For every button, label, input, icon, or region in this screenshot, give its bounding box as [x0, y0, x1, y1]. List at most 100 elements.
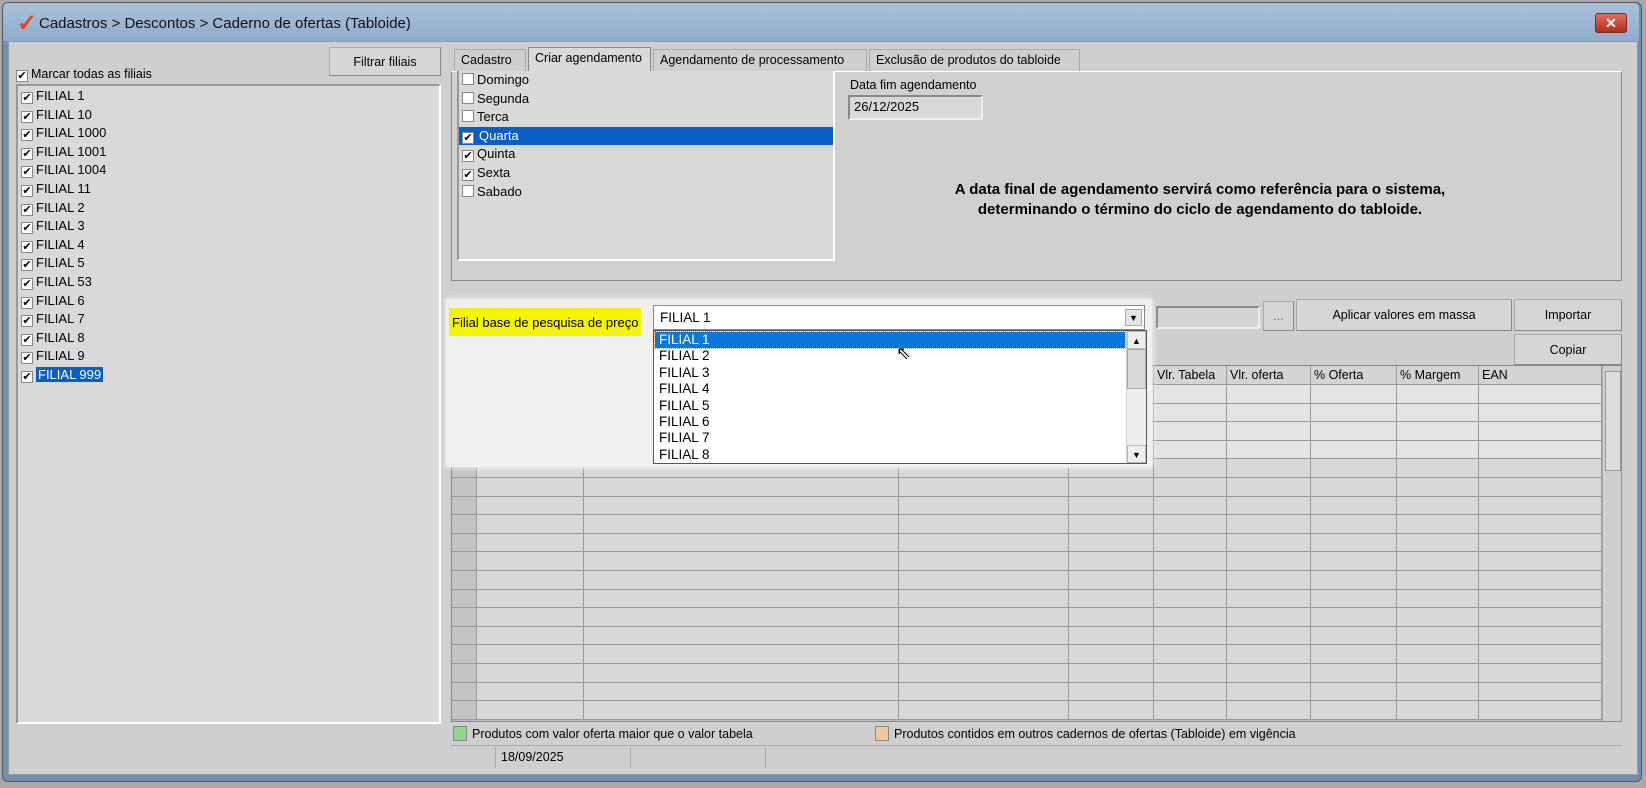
- grid-cell[interactable]: [1069, 552, 1154, 571]
- column-header[interactable]: EAN: [1479, 366, 1602, 385]
- column-header[interactable]: % Margem: [1397, 366, 1479, 385]
- grid-cell[interactable]: [1311, 645, 1397, 664]
- grid-cell[interactable]: [477, 552, 584, 571]
- grid-cell[interactable]: [1227, 496, 1311, 516]
- grid-cell[interactable]: [1069, 478, 1154, 497]
- checkbox-icon[interactable]: ✔: [21, 277, 33, 290]
- grid-cell[interactable]: [584, 552, 899, 571]
- grid-cell[interactable]: [1479, 440, 1602, 460]
- dropdown-option[interactable]: FILIAL 8: [655, 447, 1125, 463]
- grid-cell[interactable]: [1154, 701, 1227, 720]
- row-indicator[interactable]: [452, 682, 477, 702]
- grid-cell[interactable]: [1154, 608, 1227, 627]
- branch-item[interactable]: ✔ FILIAL 10: [18, 106, 439, 125]
- tab-item[interactable]: Exclusão de produtos do tabloide: [869, 49, 1080, 71]
- branch-item[interactable]: ✔ FILIAL 1000: [18, 124, 439, 143]
- grid-cell[interactable]: [1479, 385, 1602, 404]
- grid-cell[interactable]: [477, 608, 584, 627]
- grid-cell[interactable]: [1479, 682, 1602, 702]
- weekday-item[interactable]: ✔ Sexta: [459, 164, 833, 183]
- grid-cell[interactable]: [1227, 701, 1311, 720]
- branch-item[interactable]: ✔ FILIAL 999: [18, 366, 439, 385]
- checkbox-icon[interactable]: ✔: [462, 131, 474, 144]
- tab-item[interactable]: Agendamento de processamento: [653, 49, 867, 71]
- grid-cell[interactable]: [584, 626, 899, 646]
- column-header[interactable]: Vlr. Tabela: [1154, 366, 1227, 385]
- checkbox-icon[interactable]: [462, 91, 474, 104]
- grid-cell[interactable]: [1227, 459, 1311, 478]
- checkbox-icon[interactable]: ✔: [21, 315, 33, 328]
- branch-list[interactable]: ✔ FILIAL 1 ✔ FILIAL 10 ✔ FILIAL 1000 ✔ FILIAL 1…: [16, 84, 441, 724]
- grid-cell[interactable]: [584, 589, 899, 609]
- checkbox-icon[interactable]: ✔: [21, 184, 33, 197]
- grid-cell[interactable]: [899, 478, 1069, 497]
- grid-cell[interactable]: [899, 552, 1069, 571]
- grid-cell[interactable]: [899, 608, 1069, 627]
- grid-cell[interactable]: [1397, 664, 1479, 683]
- grid-cell[interactable]: [1311, 422, 1397, 441]
- grid-cell[interactable]: [477, 533, 584, 553]
- scroll-thumb[interactable]: [1605, 371, 1621, 471]
- dropdown-option[interactable]: FILIAL 3: [655, 365, 1125, 381]
- grid-cell[interactable]: [1311, 626, 1397, 646]
- scroll-up-icon[interactable]: ▲: [1127, 331, 1146, 349]
- grid-cell[interactable]: [1227, 478, 1311, 497]
- grid-cell[interactable]: [1397, 682, 1479, 702]
- grid-cell[interactable]: [477, 478, 584, 497]
- grid-cell[interactable]: [1479, 515, 1602, 534]
- row-indicator[interactable]: [452, 701, 477, 720]
- chevron-down-icon[interactable]: ▼: [1125, 309, 1142, 326]
- select-all-branches-checkbox[interactable]: ✔ Marcar todas as filiais: [16, 67, 152, 82]
- grid-cell[interactable]: [1397, 459, 1479, 478]
- checkbox-icon[interactable]: ✔: [21, 92, 33, 104]
- branch-item[interactable]: ✔ FILIAL 7: [18, 310, 439, 329]
- grid-cell[interactable]: [584, 496, 899, 516]
- grid-cell[interactable]: [1154, 422, 1227, 441]
- checkbox-icon[interactable]: ✔: [21, 352, 33, 365]
- dropdown-option[interactable]: FILIAL 7: [655, 430, 1125, 446]
- grid-cell[interactable]: [1227, 571, 1311, 590]
- grid-cell[interactable]: [1227, 626, 1311, 646]
- dropdown-option[interactable]: FILIAL 4: [655, 381, 1125, 397]
- row-indicator[interactable]: [452, 515, 477, 534]
- grid-cell[interactable]: [1154, 626, 1227, 646]
- grid-cell[interactable]: [1154, 664, 1227, 683]
- grid-cell[interactable]: [1397, 422, 1479, 441]
- checkbox-icon[interactable]: [462, 110, 474, 123]
- weekday-item[interactable]: Sabado: [459, 183, 833, 202]
- mass-value-input[interactable]: [1156, 306, 1260, 329]
- grid-cell[interactable]: [1397, 589, 1479, 609]
- grid-cell[interactable]: [1397, 645, 1479, 664]
- filter-branches-button[interactable]: Filtrar filiais: [329, 47, 441, 76]
- grid-cell[interactable]: [899, 626, 1069, 646]
- checkbox-icon[interactable]: ✔: [21, 296, 33, 309]
- grid-cell[interactable]: [1479, 626, 1602, 646]
- weekday-item[interactable]: Domingo: [459, 71, 833, 90]
- grid-cell[interactable]: [1154, 533, 1227, 553]
- weekday-item[interactable]: Terca: [459, 108, 833, 127]
- checkbox-icon[interactable]: ✔: [21, 259, 33, 272]
- grid-cell[interactable]: [584, 664, 899, 683]
- grid-cell[interactable]: [1397, 515, 1479, 534]
- grid-cell[interactable]: [584, 701, 899, 720]
- grid-cell[interactable]: [1311, 533, 1397, 553]
- row-indicator[interactable]: [452, 589, 477, 609]
- dropdown-option[interactable]: FILIAL 6: [655, 414, 1125, 430]
- tab-item[interactable]: Criar agendamento: [528, 47, 651, 71]
- checkbox-icon[interactable]: ✔: [21, 110, 33, 123]
- checkbox-icon[interactable]: [462, 184, 474, 197]
- grid-cell[interactable]: [1397, 478, 1479, 497]
- row-indicator[interactable]: [452, 496, 477, 516]
- grid-cell[interactable]: [477, 589, 584, 609]
- import-button[interactable]: Importar: [1514, 299, 1622, 331]
- grid-cell[interactable]: [1479, 459, 1602, 478]
- ellipsis-button[interactable]: ...: [1263, 301, 1294, 331]
- checkbox-icon[interactable]: ✔: [462, 168, 474, 181]
- price-base-combobox[interactable]: FILIAL 1 ▼: [653, 305, 1145, 330]
- branch-item[interactable]: ✔ FILIAL 5: [18, 254, 439, 273]
- column-header[interactable]: Vlr. oferta: [1227, 366, 1311, 385]
- grid-cell[interactable]: [1479, 701, 1602, 720]
- grid-cell[interactable]: [1311, 589, 1397, 609]
- grid-cell[interactable]: [1311, 478, 1397, 497]
- grid-cell[interactable]: [899, 533, 1069, 553]
